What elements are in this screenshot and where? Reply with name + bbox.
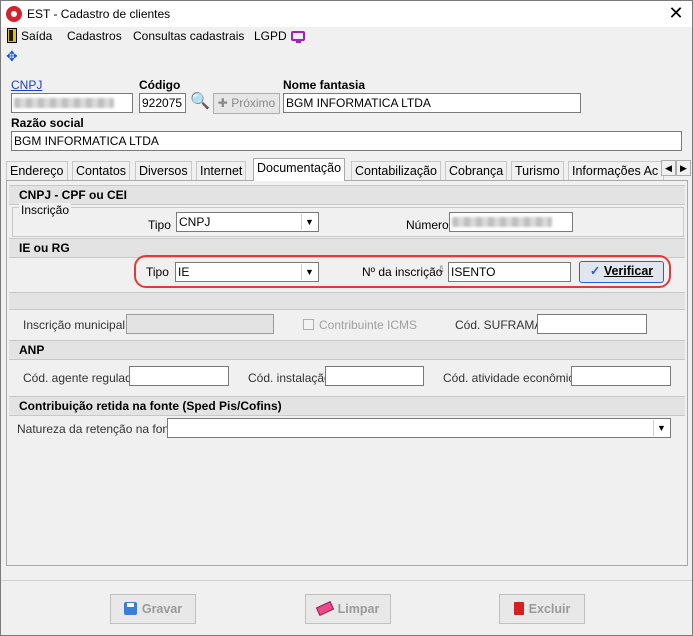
tab-diversos[interactable]: Diversos xyxy=(135,161,192,180)
inscricao-group-label: Inscrição xyxy=(19,203,72,217)
chevron-down-icon[interactable]: ▼ xyxy=(653,420,669,436)
menu-consultas-cadastrais[interactable]: Consultas cadastrais xyxy=(133,29,244,43)
suframa-label: Cód. SUFRAMA xyxy=(455,318,543,332)
proximo-button[interactable]: ✚ Próximo xyxy=(213,93,280,114)
tab-internet[interactable]: Internet xyxy=(196,161,247,180)
plus-icon: ✚ xyxy=(217,96,232,110)
tab-cobranca[interactable]: Cobrança xyxy=(445,161,508,180)
menu-saida[interactable]: Saída xyxy=(21,29,52,43)
atividade-field[interactable] xyxy=(571,366,671,386)
numero-field[interactable] xyxy=(449,212,573,232)
tipo-select[interactable]: CNPJ ▼ xyxy=(176,212,319,232)
arrow-down-icon: ⇩ xyxy=(437,265,446,276)
tab-contabilizacao[interactable]: Contabilização xyxy=(351,161,441,180)
cnpj-field[interactable] xyxy=(11,93,133,113)
tab-contatos[interactable]: Contatos xyxy=(72,161,131,180)
excluir-button[interactable]: Excluir xyxy=(499,594,585,624)
app-logo-icon xyxy=(6,6,22,22)
contribuinte-icms-checkbox xyxy=(303,319,314,330)
tab-informacoes[interactable]: Informações Ac xyxy=(568,161,664,180)
razao-social-field[interactable]: BGM INFORMATICA LTDA xyxy=(11,131,682,151)
razao-social-label: Razão social xyxy=(11,116,84,130)
section-cnpj: CNPJ - CPF ou CEI xyxy=(9,185,685,205)
atividade-label: Cód. atividade econômica xyxy=(443,371,582,385)
tab-scroll-left-icon[interactable]: ◀ xyxy=(661,160,676,176)
limpar-label: Limpar xyxy=(337,602,380,616)
monitor-icon[interactable] xyxy=(291,31,305,43)
close-icon[interactable]: ✕ xyxy=(665,3,687,23)
save-icon xyxy=(123,602,137,615)
inscricao-municipal-label: Inscrição municipal xyxy=(23,318,126,332)
exit-door-icon[interactable] xyxy=(7,28,17,43)
instalacao-label: Cód. instalação xyxy=(248,371,331,385)
suframa-field[interactable] xyxy=(537,314,647,334)
contribuinte-icms-label: Contribuinte ICMS xyxy=(319,318,418,332)
proximo-label: Próximo xyxy=(231,96,276,110)
tab-documentacao[interactable]: Documentação xyxy=(253,158,346,181)
section-retida: Contribuição retida na fonte (Sped Pis/C… xyxy=(9,396,685,416)
ie-tipo-label: Tipo xyxy=(146,265,169,279)
nome-fantasia-label: Nome fantasia xyxy=(283,78,366,92)
check-icon: ✓ xyxy=(589,264,601,278)
tab-scroll-right-icon[interactable]: ▶ xyxy=(676,160,691,176)
eraser-icon xyxy=(315,601,334,616)
tipo-value: CNPJ xyxy=(179,215,211,229)
excluir-label: Excluir xyxy=(528,602,571,616)
numero-label: Número xyxy=(406,218,449,232)
ie-tipo-value: IE xyxy=(178,265,190,279)
tab-endereco[interactable]: Endereço xyxy=(6,161,68,180)
limpar-button[interactable]: Limpar xyxy=(305,594,391,624)
window-title: EST - Cadastro de clientes xyxy=(27,7,171,21)
cnpj-label[interactable]: CNPJ xyxy=(11,78,42,92)
tab-turismo[interactable]: Turismo xyxy=(511,161,564,180)
search-icon[interactable]: 🔍 xyxy=(190,93,210,111)
section-blank xyxy=(9,292,685,310)
chevron-down-icon[interactable]: ▼ xyxy=(301,214,317,230)
main-window: EST - Cadastro de clientes ✕ Saída Cadas… xyxy=(0,0,693,636)
verificar-button[interactable]: ✓ Verificar xyxy=(579,261,664,283)
menu-cadastros[interactable]: Cadastros xyxy=(67,29,122,43)
agente-field[interactable] xyxy=(129,366,229,386)
ie-tipo-select[interactable]: IE ▼ xyxy=(175,262,319,282)
agente-label: Cód. agente regulado xyxy=(23,371,139,385)
footer-divider xyxy=(1,580,692,581)
codigo-label: Código xyxy=(139,78,181,92)
section-anp: ANP xyxy=(9,340,685,360)
gravar-button[interactable]: Gravar xyxy=(110,594,196,624)
redacted-value xyxy=(14,98,114,108)
ie-numero-field[interactable]: ISENTO xyxy=(448,262,571,282)
tipo-label: Tipo xyxy=(148,218,171,232)
gravar-label: Gravar xyxy=(141,602,183,616)
ie-numero-label: Nº da inscrição xyxy=(362,265,443,279)
codigo-field[interactable]: 922075 xyxy=(139,93,186,113)
tool-diamond-icon[interactable]: ✥ xyxy=(6,49,20,63)
trash-icon xyxy=(513,602,524,615)
inscricao-municipal-field xyxy=(126,314,274,334)
menu-lgpd[interactable]: LGPD xyxy=(254,29,287,43)
chevron-down-icon[interactable]: ▼ xyxy=(301,264,317,280)
inscricao-group xyxy=(12,207,684,237)
redacted-value xyxy=(452,217,552,227)
natureza-select[interactable]: ▼ xyxy=(167,418,671,438)
natureza-label: Natureza da retenção na fonte xyxy=(17,422,180,436)
verificar-label: Verificar xyxy=(603,264,654,278)
instalacao-field[interactable] xyxy=(325,366,424,386)
nome-fantasia-field[interactable]: BGM INFORMATICA LTDA xyxy=(283,93,581,113)
